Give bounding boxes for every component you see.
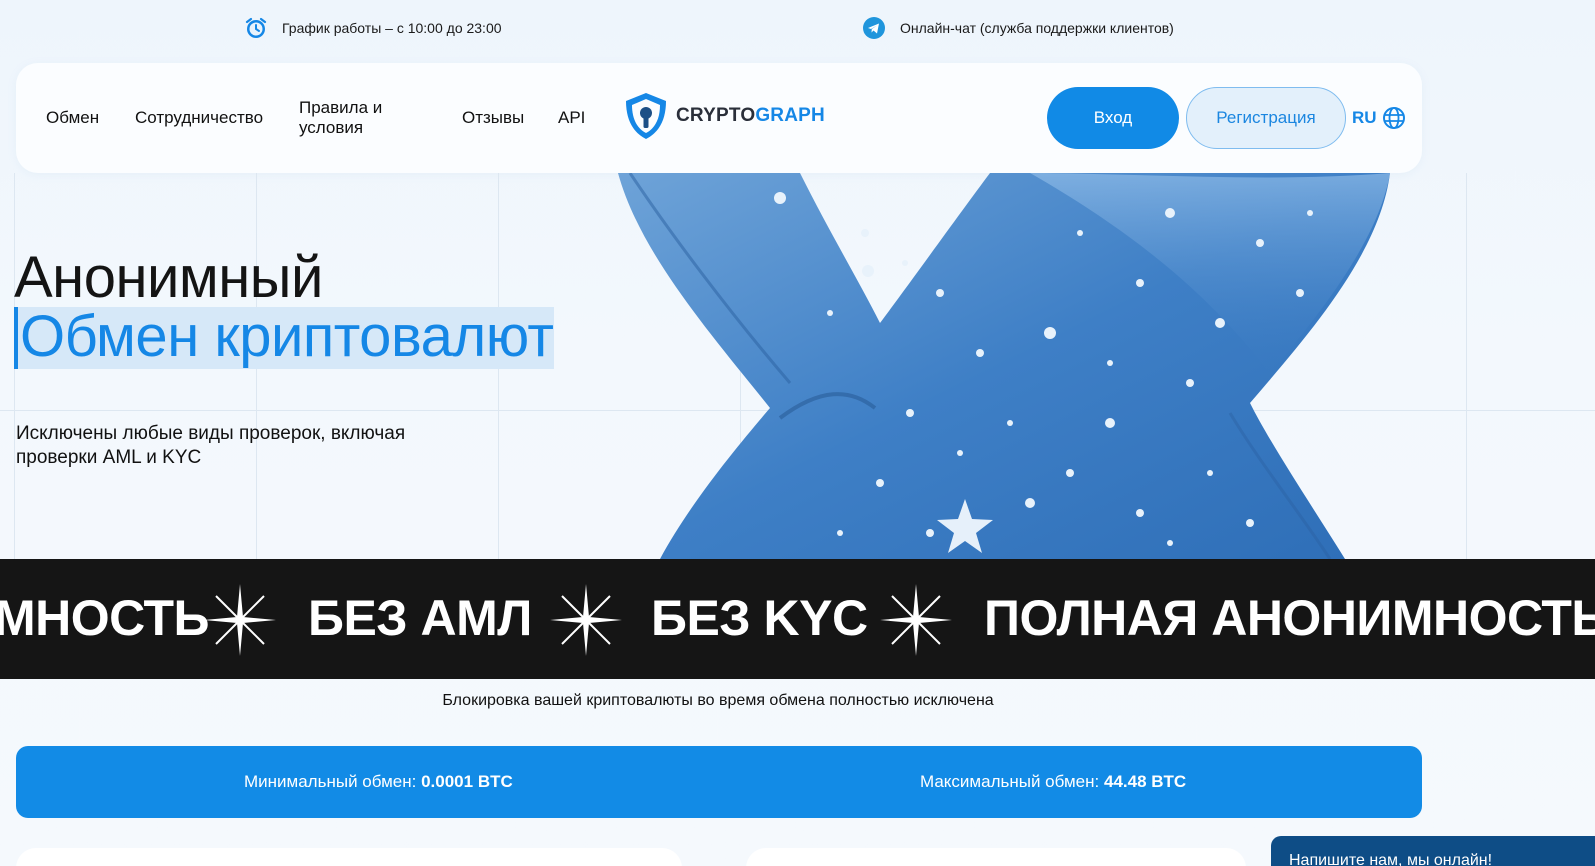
- shield-keyhole-icon: [626, 93, 666, 139]
- exchange-card: [16, 848, 682, 866]
- register-button[interactable]: Регистрация: [1186, 87, 1346, 149]
- telegram-icon: [863, 17, 885, 39]
- ticker-item: БЕЗ KYC: [651, 590, 868, 646]
- hero-subtitle: Исключены любые виды проверок, включая п…: [16, 423, 406, 468]
- ticker-item: МНОСТЬ: [0, 590, 210, 646]
- language-code: RU: [1352, 108, 1377, 127]
- sparkle-icon: [880, 584, 952, 656]
- globe-icon: [1382, 107, 1405, 129]
- ticker-item: ПОЛНАЯ АНОНИМНОСТЬ: [984, 590, 1595, 646]
- schedule-text: График работы – с 10:00 до 23:00: [282, 20, 502, 36]
- hero-title-line2: Обмен криптовалют: [14, 307, 554, 369]
- hero-x-artwork: [610, 173, 1430, 559]
- language-switcher[interactable]: RU: [1352, 105, 1407, 131]
- top-info-bar: График работы – с 10:00 до 23:00 Онлайн-…: [0, 0, 1595, 58]
- main-header: Обмен Сотрудничество Правила и условия О…: [16, 63, 1422, 173]
- max-exchange-value: 44.48 BTC: [1103, 772, 1187, 791]
- nav-api[interactable]: API: [558, 108, 585, 128]
- feature-ticker: МНОСТЬ БЕЗ АМЛ БЕЗ KYC ПОЛНАЯ АНОНИМНОСТ…: [0, 559, 1595, 679]
- exchange-card: [746, 848, 1246, 866]
- schedule-info: График работы – с 10:00 до 23:00: [244, 16, 502, 40]
- chat-text: Онлайн-чат (служба поддержки клиентов): [900, 20, 1174, 36]
- logo-text: CRYPTOGRAPH: [676, 105, 825, 127]
- login-button[interactable]: Вход: [1047, 87, 1179, 149]
- ticker-item: БЕЗ АМЛ: [308, 590, 532, 646]
- nav-exchange[interactable]: Обмен: [46, 108, 99, 128]
- nav-rules[interactable]: Правила и условия: [299, 98, 409, 138]
- logo-text-part1: CRYPTO: [676, 105, 756, 126]
- alarm-clock-icon: [245, 17, 267, 38]
- max-exchange: Максимальный обмен: 44.48 BTC: [920, 772, 1186, 792]
- exchange-limits-bar: Минимальный обмен: 0.0001 BTC Максимальн…: [16, 746, 1422, 818]
- nav-partnership[interactable]: Сотрудничество: [135, 108, 263, 128]
- grid-line: [1466, 173, 1467, 559]
- min-exchange-value: 0.0001 BTC: [421, 772, 513, 791]
- logo-text-part2: GRAPH: [755, 105, 825, 126]
- logo[interactable]: CRYPTOGRAPH: [622, 91, 825, 141]
- chat-widget[interactable]: Напишите нам, мы онлайн!: [1271, 836, 1595, 866]
- online-chat-link[interactable]: Онлайн-чат (служба поддержки клиентов): [862, 16, 1174, 40]
- sparkle-icon: [204, 584, 276, 656]
- min-exchange-label: Минимальный обмен:: [244, 772, 417, 791]
- min-exchange: Минимальный обмен: 0.0001 BTC: [244, 772, 513, 792]
- sparkle-icon: [550, 584, 622, 656]
- max-exchange-label: Максимальный обмен:: [920, 772, 1100, 791]
- inflated-x-icon: [618, 173, 1390, 559]
- hero-title-line1: Анонимный: [14, 245, 323, 310]
- block-note: Блокировка вашей криптовалюты во время о…: [442, 692, 994, 709]
- nav-reviews[interactable]: Отзывы: [462, 108, 524, 128]
